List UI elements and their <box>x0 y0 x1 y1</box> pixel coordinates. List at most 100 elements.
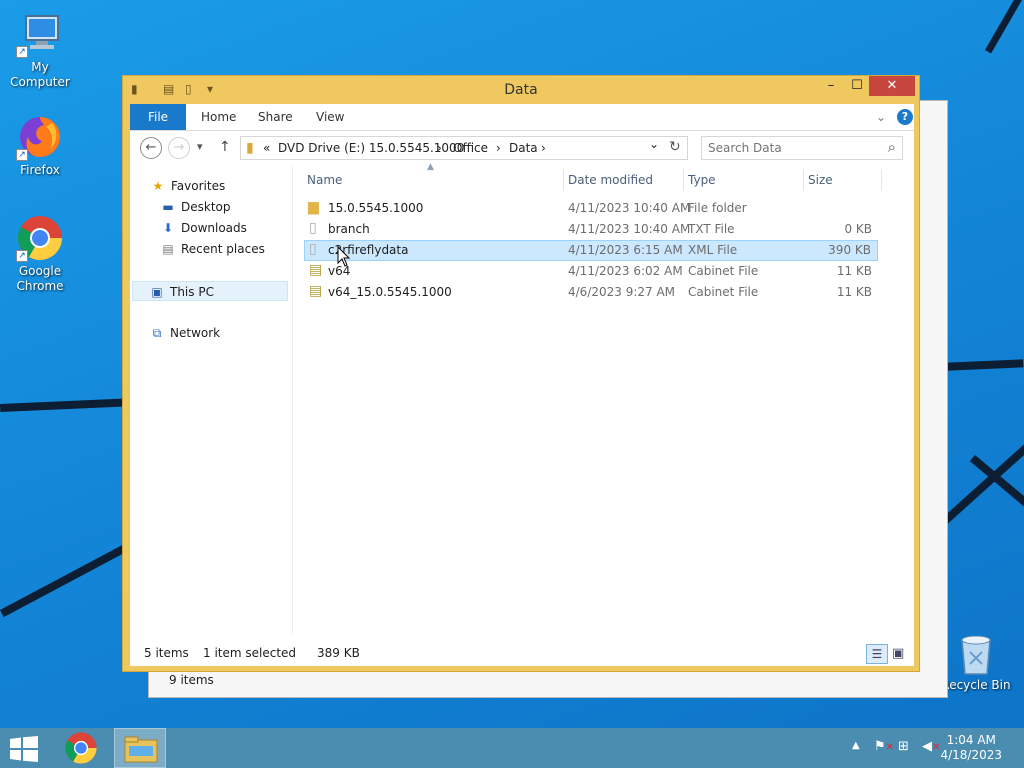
sidebar-item-network[interactable]: ⧉ Network <box>149 323 220 343</box>
status-bar: 5 items 1 item selected 389 KB ☰ ▣ <box>130 634 914 666</box>
taskbar: ▲ ⚑✕ ⊞ ◀✕ 1:04 AM 4/18/2023 <box>0 728 1024 768</box>
expand-ribbon-icon[interactable]: ⌄ <box>876 104 886 130</box>
file-type: Cabinet File <box>688 285 759 299</box>
column-header-date[interactable]: Date modified <box>568 169 653 191</box>
file-date: 4/11/2023 10:40 AM <box>568 201 691 215</box>
folder-icon: ▆ <box>308 199 319 215</box>
text-file-icon: ▯ <box>309 220 317 236</box>
my-computer-icon: ↗ <box>16 10 64 58</box>
address-bar[interactable]: ▮ « DVD Drive (E:) 15.0.5545.1000 › Offi… <box>240 136 688 160</box>
search-icon[interactable]: ⌕ <box>888 138 896 156</box>
desktop-icon-my-computer[interactable]: ↗ My Computer <box>0 10 80 90</box>
sidebar-item-favorites[interactable]: ★ Favorites <box>150 176 226 196</box>
file-explorer-icon[interactable] <box>114 728 166 768</box>
maximize-button[interactable]: ☐ <box>842 76 872 96</box>
column-divider <box>881 169 882 191</box>
tab-file[interactable]: File <box>130 104 186 130</box>
recent-places-icon: ▤ <box>162 242 174 256</box>
column-header-type[interactable]: Type <box>688 169 716 191</box>
desktop-icon-chrome[interactable]: ↗ Google Chrome <box>0 214 80 294</box>
xml-file-icon: ▯ <box>309 241 317 257</box>
search-box[interactable]: ⌕ <box>701 136 903 160</box>
details-view-icon[interactable]: ☰ <box>866 644 888 664</box>
network-icon: ⧉ <box>152 326 162 340</box>
column-divider <box>563 169 564 191</box>
windows-start-icon[interactable] <box>10 736 38 765</box>
navigation-pane[interactable]: ★ Favorites ▬ Desktop ⬇ Downloads ▤ Recent p… <box>130 165 293 634</box>
star-icon: ★ <box>152 179 164 193</box>
address-overflow[interactable]: « <box>263 141 270 155</box>
breadcrumb-separator[interactable]: › <box>496 141 501 155</box>
back-button[interactable]: ← <box>140 137 162 159</box>
desktop-icon-label: My Computer <box>10 60 70 89</box>
wallpaper-line <box>985 0 1024 54</box>
action-center-icon[interactable]: ⚑✕ <box>874 739 894 754</box>
file-row[interactable]: ▤ v64 4/11/2023 6:02 AM Cabinet File 11 … <box>304 261 878 282</box>
sidebar-item-label: This PC <box>170 285 214 299</box>
file-row[interactable]: ▯ c2rfireflydata 4/11/2023 6:15 AM XML F… <box>304 240 878 261</box>
up-button[interactable]: ↑ <box>219 139 231 155</box>
search-input[interactable] <box>708 140 876 156</box>
file-size: 11 KB <box>836 264 872 278</box>
breadcrumb-data[interactable]: Data <box>509 141 538 155</box>
file-name: v64_15.0.5545.1000 <box>328 285 452 299</box>
column-divider <box>683 169 684 191</box>
file-date: 4/11/2023 6:02 AM <box>568 264 683 278</box>
sidebar-item-label: Favorites <box>171 179 226 193</box>
breadcrumb-separator[interactable]: › <box>541 141 546 155</box>
column-header-size[interactable]: Size <box>808 169 833 191</box>
this-pc-icon: ▣ <box>151 285 163 299</box>
sidebar-item-label: Desktop <box>181 200 231 214</box>
close-button[interactable]: ✕ <box>869 76 915 96</box>
recent-locations-icon[interactable]: ▾ <box>197 140 203 153</box>
column-header-name[interactable]: Name <box>307 169 342 191</box>
sidebar-item-downloads[interactable]: ⬇ Downloads <box>160 218 247 238</box>
column-divider <box>803 169 804 191</box>
file-date: 4/11/2023 10:40 AM <box>568 222 691 236</box>
file-row[interactable]: ▤ v64_15.0.5545.1000 4/6/2023 9:27 AM Ca… <box>304 282 878 303</box>
refresh-icon[interactable]: ↻ <box>669 139 681 155</box>
large-icons-view-icon[interactable]: ▣ <box>892 646 904 661</box>
file-size: 0 KB <box>844 222 872 236</box>
chrome-icon: ↗ <box>16 214 64 262</box>
network-status-icon[interactable]: ⊞ <box>898 739 909 754</box>
tab-view[interactable]: View <box>316 104 344 130</box>
volume-muted-icon[interactable]: ◀✕ <box>922 739 940 754</box>
file-name: branch <box>328 222 370 236</box>
file-row[interactable]: ▯ branch 4/11/2023 10:40 AM TXT File 0 K… <box>304 219 878 240</box>
clock-date: 4/18/2023 <box>940 748 1002 762</box>
file-date: 4/11/2023 6:15 AM <box>568 243 683 257</box>
desktop-icon-label: Firefox <box>20 163 60 177</box>
file-row[interactable]: ▆ 15.0.5545.1000 4/11/2023 10:40 AM File… <box>304 198 878 219</box>
sort-indicator-icon: ▲ <box>427 162 434 172</box>
sidebar-item-recent-places[interactable]: ▤ Recent places <box>160 239 265 259</box>
file-name: 15.0.5545.1000 <box>328 201 424 215</box>
breadcrumb-office[interactable]: Office <box>453 141 488 155</box>
selection-count: 1 item selected <box>203 646 297 660</box>
desktop-icon-recycle-bin[interactable]: Recycle Bin <box>936 632 1016 693</box>
help-icon[interactable]: ? <box>897 109 913 125</box>
sidebar-item-this-pc[interactable]: ▣ This PC <box>132 281 288 301</box>
sidebar-item-label: Network <box>170 326 221 340</box>
clock[interactable]: 1:04 AM 4/18/2023 <box>940 733 1002 763</box>
explorer-window[interactable]: ▮ ▤ ▯ ▾ Data – ☐ ✕ File Home Share View … <box>122 75 920 672</box>
file-size: 11 KB <box>836 285 872 299</box>
tab-home[interactable]: Home <box>201 104 236 130</box>
file-type: File folder <box>688 201 747 215</box>
show-hidden-icons-icon[interactable]: ▲ <box>852 740 860 751</box>
recycle-bin-icon <box>956 632 996 676</box>
folder-icon: ▮ <box>246 140 254 156</box>
forward-button[interactable]: → <box>168 137 190 159</box>
address-dropdown-icon[interactable]: ⌄ <box>649 137 659 151</box>
desktop-icon-label: Recycle Bin <box>941 678 1011 692</box>
downloads-icon: ⬇ <box>162 221 174 235</box>
item-count: 5 items <box>144 646 189 660</box>
title-bar[interactable]: ▮ ▤ ▯ ▾ Data – ☐ ✕ <box>123 76 919 104</box>
mouse-cursor-icon <box>337 246 351 267</box>
desktop-icon-firefox[interactable]: ↗ Firefox <box>0 113 80 178</box>
chrome-icon[interactable] <box>64 731 98 768</box>
sidebar-item-desktop[interactable]: ▬ Desktop <box>160 197 231 217</box>
tab-share[interactable]: Share <box>258 104 293 130</box>
breadcrumb-separator[interactable]: › <box>437 141 442 155</box>
cabinet-file-icon: ▤ <box>309 283 323 299</box>
